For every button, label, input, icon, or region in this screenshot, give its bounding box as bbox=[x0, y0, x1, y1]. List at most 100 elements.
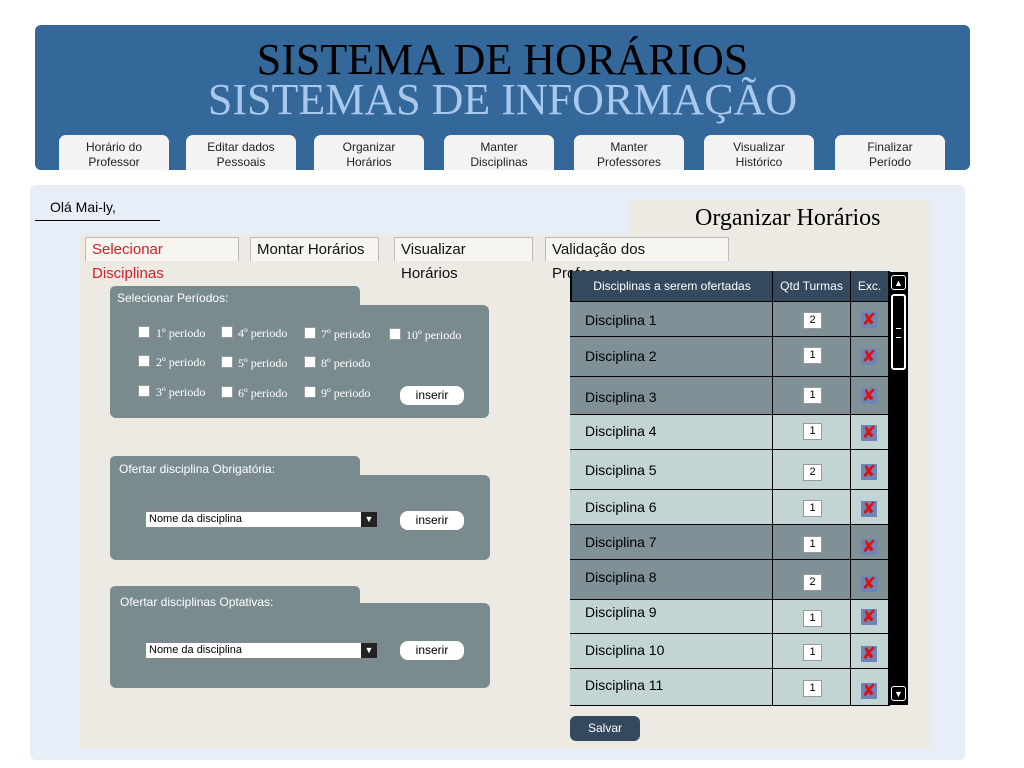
column-divider bbox=[772, 669, 773, 705]
qtd-turmas-input[interactable]: 1 bbox=[803, 680, 822, 697]
period-8-label: 8º periodo bbox=[321, 356, 371, 370]
delete-x-icon[interactable]: ✘ bbox=[861, 387, 877, 404]
period-7-checkbox[interactable] bbox=[304, 327, 316, 339]
column-divider bbox=[772, 450, 773, 489]
table-row: Disciplina 3 1 ✘ bbox=[570, 377, 888, 414]
header-disciplinas: Disciplinas a serem ofertadas bbox=[572, 271, 772, 301]
table-row: Disciplina 11 1 ✘ bbox=[570, 669, 888, 705]
qtd-turmas-input[interactable]: 1 bbox=[803, 423, 822, 440]
column-divider bbox=[850, 525, 851, 559]
nav-manter-disciplinas[interactable]: Manter Disciplinas bbox=[444, 135, 554, 170]
qtd-turmas-input[interactable]: 1 bbox=[803, 387, 822, 404]
period-3-checkbox[interactable] bbox=[138, 385, 150, 397]
mandatory-discipline-select[interactable]: Nome da disciplina ▼ bbox=[145, 511, 378, 528]
column-divider bbox=[850, 560, 851, 599]
page-title: Organizar Horários bbox=[695, 205, 881, 231]
nav-manter-professores[interactable]: Manter Professores bbox=[574, 135, 684, 170]
greeting-underline bbox=[35, 220, 160, 221]
nav-label-line1: Visualizar bbox=[733, 140, 785, 154]
period-5-checkbox[interactable] bbox=[221, 356, 233, 368]
table-row: Disciplina 9 1 ✘ bbox=[570, 600, 888, 633]
nav-editar-dados[interactable]: Editar dados Pessoais bbox=[186, 135, 296, 170]
column-divider bbox=[772, 302, 773, 336]
table-scrollbar[interactable]: ▲ ▼ bbox=[890, 272, 908, 705]
delete-x-icon[interactable]: ✘ bbox=[861, 500, 877, 517]
nav-horario-professor[interactable]: Horário do Professor bbox=[59, 135, 169, 170]
nav-label-line2: Professores bbox=[596, 155, 662, 169]
qtd-turmas-input[interactable]: 1 bbox=[803, 536, 822, 553]
discipline-name: Disciplina 11 bbox=[585, 677, 664, 693]
table-row: Disciplina 2 1 ✘ bbox=[570, 337, 888, 376]
period-9-label: 9º periodo bbox=[321, 386, 371, 400]
period-9-checkbox[interactable] bbox=[304, 386, 316, 398]
discipline-name: Disciplina 4 bbox=[585, 423, 657, 439]
tab-selecionar-disciplinas[interactable]: Selecionar Disciplinas bbox=[85, 237, 239, 282]
delete-x-icon[interactable]: ✘ bbox=[861, 424, 877, 441]
delete-x-icon[interactable]: ✘ bbox=[861, 348, 877, 365]
period-2-checkbox[interactable] bbox=[138, 355, 150, 367]
tab-validacao-professores[interactable]: Validação dos Professores bbox=[545, 237, 729, 282]
tab-visualizar-horarios[interactable]: Visualizar Horários bbox=[394, 237, 533, 282]
table-row: Disciplina 5 2 ✘ bbox=[570, 450, 888, 489]
nav-label-line2: Professor bbox=[88, 155, 140, 169]
scroll-thumb[interactable] bbox=[891, 294, 906, 370]
qtd-turmas-input[interactable]: 2 bbox=[803, 464, 822, 481]
discipline-name: Disciplina 9 bbox=[585, 604, 657, 620]
discipline-name: Disciplina 7 bbox=[585, 534, 657, 550]
delete-x-icon[interactable]: ✘ bbox=[861, 682, 877, 699]
nav-visualizar-historico[interactable]: Visualizar Histórico bbox=[704, 135, 814, 170]
tab-montar-horarios[interactable]: Montar Horários bbox=[250, 237, 379, 261]
table-row: Disciplina 1 2 ✘ bbox=[570, 302, 888, 336]
delete-x-icon[interactable]: ✘ bbox=[861, 608, 877, 625]
table-row: Disciplina 10 1 ✘ bbox=[570, 634, 888, 668]
column-divider bbox=[772, 377, 773, 414]
period-1-checkbox[interactable] bbox=[138, 326, 150, 338]
delete-x-icon[interactable]: ✘ bbox=[861, 575, 877, 592]
optional-discipline-select[interactable]: Nome da disciplina ▼ bbox=[145, 642, 378, 659]
scroll-down-icon[interactable]: ▼ bbox=[891, 686, 906, 701]
period-5-label: 5º periodo bbox=[238, 356, 288, 370]
mandatory-select-value: Nome da disciplina bbox=[149, 513, 242, 525]
delete-x-icon[interactable]: ✘ bbox=[861, 463, 877, 480]
qtd-turmas-input[interactable]: 1 bbox=[803, 610, 822, 627]
nav-organizar-horarios[interactable]: Organizar Horários bbox=[314, 135, 424, 170]
column-divider bbox=[850, 450, 851, 489]
header-exc: Exc. bbox=[851, 271, 888, 301]
chevron-down-icon: ▼ bbox=[361, 643, 377, 658]
column-divider bbox=[850, 600, 851, 633]
period-10-label: 10º periodo bbox=[406, 328, 462, 342]
header-banner: SISTEMA DE HORÁRIOS SISTEMAS DE INFORMAÇ… bbox=[35, 25, 970, 170]
column-divider bbox=[850, 302, 851, 336]
insert-mandatory-button[interactable]: inserir bbox=[400, 511, 464, 530]
insert-optional-button[interactable]: inserir bbox=[400, 641, 464, 660]
table-row: Disciplina 8 2 ✘ bbox=[570, 560, 888, 599]
period-6-checkbox[interactable] bbox=[221, 386, 233, 398]
column-divider bbox=[772, 600, 773, 633]
delete-x-icon[interactable]: ✘ bbox=[861, 645, 877, 662]
qtd-turmas-input[interactable]: 1 bbox=[803, 644, 822, 661]
nav-label-line1: Manter bbox=[610, 140, 648, 154]
discipline-name: Disciplina 8 bbox=[585, 569, 657, 585]
column-divider bbox=[772, 560, 773, 599]
column-divider bbox=[850, 490, 851, 524]
save-button[interactable]: Salvar bbox=[570, 716, 640, 741]
qtd-turmas-input[interactable]: 1 bbox=[803, 347, 822, 364]
period-4-checkbox[interactable] bbox=[221, 326, 233, 338]
period-3-label: 3º periodo bbox=[156, 385, 206, 399]
period-8-checkbox[interactable] bbox=[304, 356, 316, 368]
delete-x-icon[interactable]: ✘ bbox=[861, 538, 877, 555]
qtd-turmas-input[interactable]: 1 bbox=[803, 500, 822, 517]
qtd-turmas-input[interactable]: 2 bbox=[803, 312, 822, 329]
period-10-checkbox[interactable] bbox=[389, 328, 401, 340]
nav-label-line1: Horário do bbox=[85, 140, 143, 154]
discipline-name: Disciplina 6 bbox=[585, 499, 657, 515]
delete-x-icon[interactable]: ✘ bbox=[861, 311, 877, 328]
period-6-label: 6º periodo bbox=[238, 386, 288, 400]
periods-label: Selecionar Períodos: bbox=[117, 291, 229, 305]
qtd-turmas-input[interactable]: 2 bbox=[803, 574, 822, 591]
period-2-label: 2º periodo bbox=[156, 355, 206, 369]
nav-finalizar-periodo[interactable]: Finalizar Período bbox=[835, 135, 945, 170]
discipline-name: Disciplina 3 bbox=[585, 389, 657, 405]
scroll-up-icon[interactable]: ▲ bbox=[891, 275, 906, 290]
insert-periods-button[interactable]: inserir bbox=[400, 386, 464, 405]
